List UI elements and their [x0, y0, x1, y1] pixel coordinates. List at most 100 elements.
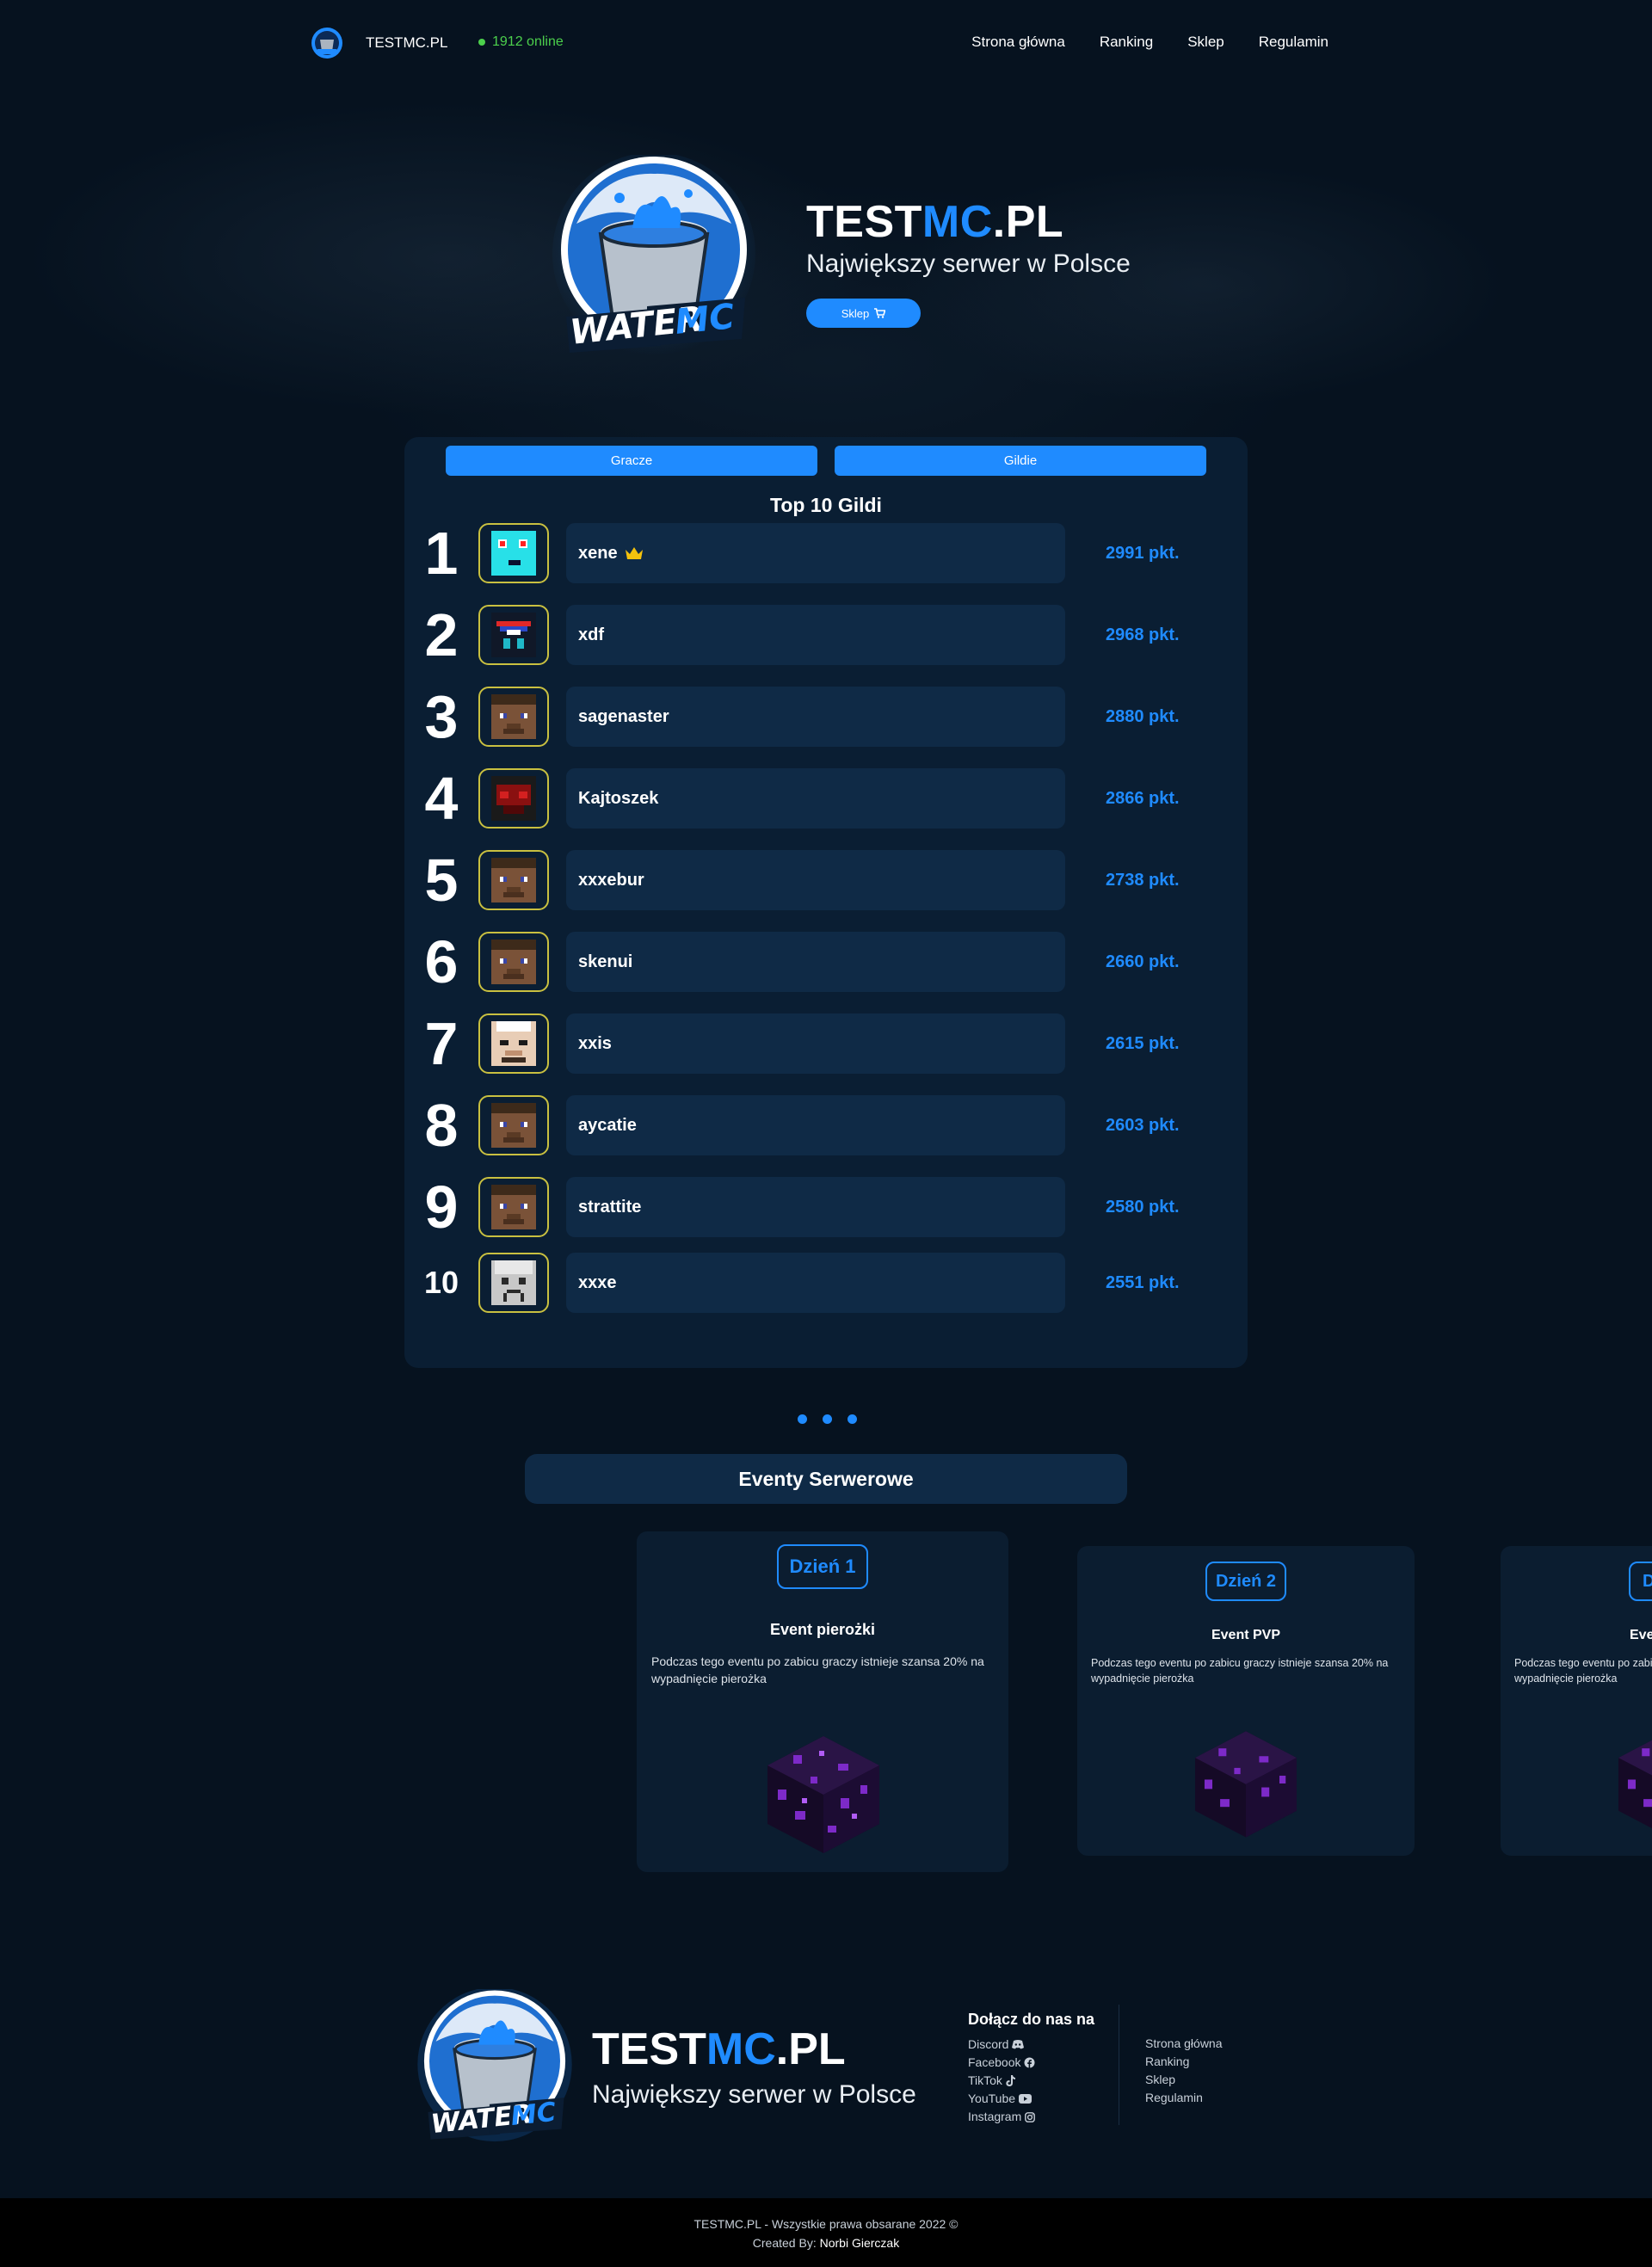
site-logo-icon[interactable]: [310, 26, 344, 60]
skin-head-icon: [491, 1185, 536, 1229]
ranking-row[interactable]: 10 xxxe 2551 pkt.: [404, 1253, 1248, 1313]
footer-nav-links: Strona główna Ranking Sklep Regulamin: [1145, 2035, 1223, 2107]
footer-link-home[interactable]: Strona główna: [1145, 2035, 1223, 2053]
ranking-card: Gracze Gildie Top 10 Gildi 1 xene 2991 pkt…: [404, 437, 1248, 1368]
footer-link-shop[interactable]: Sklep: [1145, 2071, 1223, 2089]
social-link-instagram[interactable]: Instagram: [968, 2108, 1036, 2126]
footer-social-links: Discord Facebook TikTok YouTube Instagra…: [968, 2036, 1036, 2126]
player-points: 2551 pkt.: [1106, 1272, 1180, 1292]
event-day-badge: Dzień 3: [1629, 1562, 1652, 1601]
tab-players[interactable]: Gracze: [446, 446, 817, 476]
carousel-dot[interactable]: [798, 1414, 807, 1424]
obsidian-block-icon: [767, 1736, 879, 1853]
svg-text:MC: MC: [673, 297, 737, 342]
rank-number: 6: [424, 928, 459, 995]
event-card-3-clip: Dzień 3 Event PVP Podczas tego eventu po…: [1501, 1546, 1652, 1856]
player-name-bar: xene: [566, 523, 1065, 583]
player-avatar: [478, 1177, 549, 1237]
social-label: Instagram: [968, 2110, 1022, 2123]
rank-number: 2: [424, 601, 459, 668]
social-link-youtube[interactable]: YouTube: [968, 2090, 1035, 2108]
online-status: 1912 online: [478, 34, 564, 50]
player-name: aycatie: [578, 1115, 637, 1135]
discord-icon: [1012, 2040, 1025, 2049]
nav-link-home[interactable]: Strona główna: [971, 34, 1065, 51]
event-day-badge: Dzień 1: [777, 1544, 868, 1589]
copyright-bar: TESTMC.PL - Wszystkie prawa obsarane 202…: [0, 2198, 1652, 2267]
hero-title-accent: MC: [922, 197, 993, 247]
facebook-icon: [1024, 2057, 1035, 2068]
rank-number: 5: [424, 847, 459, 914]
shop-button-label: Sklep: [841, 306, 870, 320]
rank-number: 10: [423, 1265, 459, 1300]
ranking-tabs: Gracze Gildie: [446, 446, 1206, 476]
ranking-row[interactable]: 3 sagenaster 2880 pkt.: [404, 687, 1248, 747]
ranking-row[interactable]: 7 xxis 2615 pkt.: [404, 1013, 1248, 1074]
ranking-row[interactable]: 5 xxxebur 2738 pkt.: [404, 850, 1248, 910]
ranking-row[interactable]: 8 aycatie 2603 pkt.: [404, 1095, 1248, 1155]
ranking-row[interactable]: 6 skenui 2660 pkt.: [404, 932, 1248, 992]
player-points: 2580 pkt.: [1106, 1197, 1180, 1217]
carousel-dot[interactable]: [823, 1414, 832, 1424]
footer-title-accent: MC: [706, 2024, 776, 2074]
footer-title-part2: .PL: [775, 2024, 846, 2074]
rank-number: 4: [424, 765, 459, 832]
skin-head-icon: [491, 613, 536, 657]
player-avatar: [478, 932, 549, 992]
event-title: Event pierożki: [769, 1621, 876, 1638]
player-points: 2615 pkt.: [1106, 1033, 1180, 1053]
crown-icon: [625, 547, 643, 559]
nav-link-ranking[interactable]: Ranking: [1100, 34, 1153, 51]
player-name-bar: skenui: [566, 932, 1065, 992]
hero-title-part2: .PL: [992, 197, 1064, 247]
ranking-row[interactable]: 4 Kajtoszek 2866 pkt.: [404, 768, 1248, 829]
footer-watermc-logo: WATER MC: [417, 1989, 572, 2142]
nav-link-shop[interactable]: Sklep: [1187, 34, 1224, 51]
shop-button[interactable]: Sklep: [806, 299, 921, 328]
player-name: sagenaster: [578, 706, 669, 726]
rank-number: 9: [424, 1174, 459, 1241]
player-name-bar: sagenaster: [566, 687, 1065, 747]
player-name: xxxe: [578, 1272, 617, 1292]
skin-head-icon: [491, 939, 536, 984]
player-name-bar: strattite: [566, 1177, 1065, 1237]
ranking-row[interactable]: 1 xene 2991 pkt.: [404, 523, 1248, 583]
event-card-3[interactable]: Dzień 3 Event PVP Podczas tego eventu po…: [1501, 1546, 1652, 1856]
watermc-logo: WATER MC: [552, 155, 755, 355]
events-header: Eventy Serwerowe: [525, 1454, 1127, 1504]
player-points: 2991 pkt.: [1106, 543, 1180, 563]
cart-icon: [874, 308, 886, 318]
player-avatar: [478, 850, 549, 910]
player-points: 2738 pkt.: [1106, 870, 1180, 890]
author-name[interactable]: Norbi Gierczak: [820, 2236, 900, 2250]
player-avatar: [478, 768, 549, 829]
player-points: 2880 pkt.: [1106, 706, 1180, 726]
player-points: 2968 pkt.: [1106, 625, 1180, 644]
tiktok-icon: [1006, 2075, 1015, 2086]
obsidian-block-icon: [1618, 1740, 1652, 1829]
social-link-discord[interactable]: Discord: [968, 2036, 1035, 2054]
footer-title-part1: TEST: [592, 2024, 706, 2074]
carousel-dots: [798, 1414, 857, 1424]
ranking-row[interactable]: 2 xdf 2968 pkt.: [404, 605, 1248, 665]
player-name: xene: [578, 543, 618, 563]
nav-link-rules[interactable]: Regulamin: [1259, 34, 1328, 51]
event-card-2[interactable]: Dzień 2 Event PVP Podczas tego eventu po…: [1077, 1546, 1415, 1856]
event-card-1[interactable]: Dzień 1 Event pierożki Podczas tego even…: [637, 1531, 1008, 1872]
social-link-tiktok[interactable]: TikTok: [968, 2072, 1035, 2090]
carousel-dot[interactable]: [848, 1414, 857, 1424]
footer-subtitle: Największy serwer w Polsce: [592, 2080, 916, 2109]
online-count: 1912 online: [492, 34, 564, 49]
copyright-text: TESTMC.PL - Wszystkie prawa obsarane 202…: [693, 2217, 959, 2231]
tab-guilds[interactable]: Gildie: [835, 446, 1206, 476]
social-link-facebook[interactable]: Facebook: [968, 2054, 1035, 2072]
nav-site-name[interactable]: TESTMC.PL: [366, 34, 447, 52]
footer-link-ranking[interactable]: Ranking: [1145, 2053, 1223, 2071]
player-name-bar: xdf: [566, 605, 1065, 665]
footer-link-rules[interactable]: Regulamin: [1145, 2089, 1223, 2107]
skin-head-icon: [491, 1260, 536, 1305]
skin-head-icon: [491, 1021, 536, 1066]
youtube-icon: [1019, 2094, 1032, 2104]
ranking-row[interactable]: 9 strattite 2580 pkt.: [404, 1177, 1248, 1237]
skin-head-icon: [491, 531, 536, 576]
